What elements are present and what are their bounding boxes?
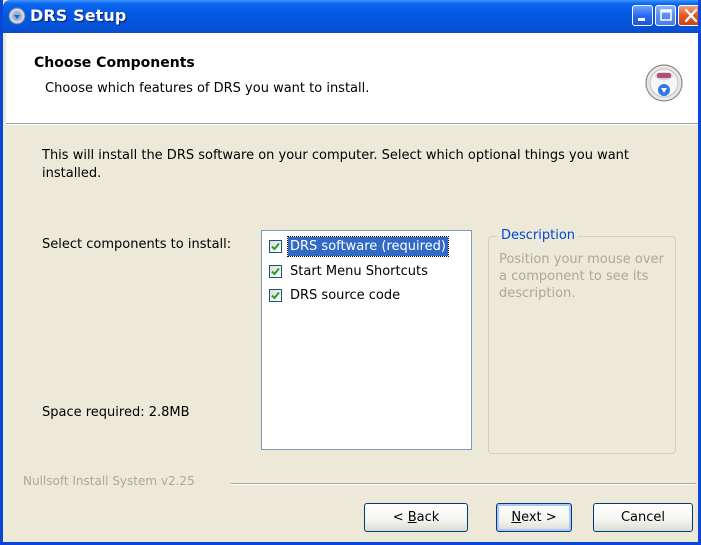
back-button-accel: B [407,510,417,525]
close-icon [684,8,698,23]
maximize-button[interactable] [655,5,676,26]
next-button-rest: ext > [521,510,557,525]
component-label: Start Menu Shortcuts [290,264,428,279]
space-required-label: Space required: 2.8MB [42,405,190,420]
component-label: DRS source code [290,288,401,303]
installer-window: DRS Setup Choose Components Choose which… [0,0,701,545]
page-header: Choose Components Choose which features … [6,33,698,124]
back-button[interactable]: < Back [364,503,468,532]
description-legend: Description [498,228,579,243]
checkmark-icon [271,267,280,276]
maximize-icon [660,9,672,21]
checkmark-icon [271,291,280,300]
cancel-button[interactable]: Cancel [593,503,693,532]
component-checkbox[interactable] [269,289,282,302]
nsis-branding: Nullsoft Install System v2.25 [23,474,195,488]
checkmark-icon [271,242,280,251]
components-tree[interactable]: DRS software (required) Start Menu Short… [261,230,472,450]
component-checkbox[interactable] [269,240,282,253]
select-components-label: Select components to install: [42,237,232,252]
page-title: Choose Components [34,55,195,71]
minimize-button[interactable] [632,5,653,26]
intro-text: This will install the DRS software on yo… [42,148,630,181]
minimize-icon [638,18,645,21]
window-title: DRS Setup [30,6,127,25]
page-subtitle: Choose which features of DRS you want to… [45,81,370,96]
title-bar[interactable]: DRS Setup [3,0,698,33]
description-text: Position your mouse over a component to … [499,252,664,301]
installer-disc-icon [645,64,683,102]
back-button-rest: ack [416,510,440,525]
close-button[interactable] [678,5,698,26]
next-button-accel: N [511,510,522,525]
installer-app-icon [8,7,26,25]
component-checkbox[interactable] [269,265,282,278]
back-button-prefix: < [392,510,408,525]
next-button[interactable]: Next > [496,503,572,532]
component-label: DRS software (required) [287,236,449,257]
footer-divider [231,483,696,485]
